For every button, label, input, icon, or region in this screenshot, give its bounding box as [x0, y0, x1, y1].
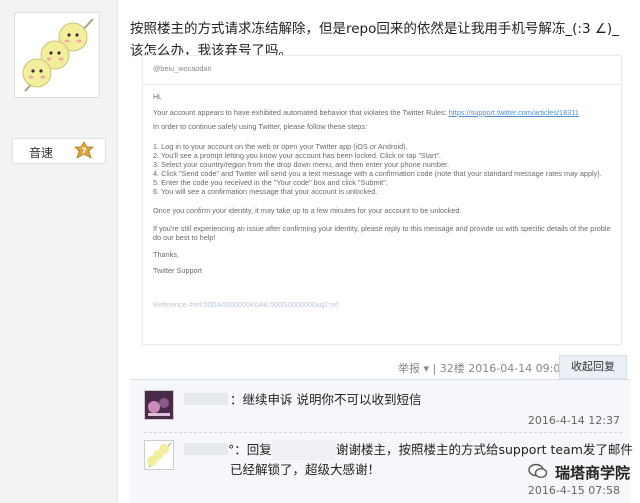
floor-number: 32楼 [439, 362, 465, 375]
user-sidebar: 音速 7 [0, 0, 118, 503]
user-rank[interactable]: 音速 7 [12, 138, 106, 164]
meta-separator: | [432, 362, 437, 375]
email-greeting: Hi, [153, 92, 162, 101]
rank-badge-icon: 7 [73, 141, 95, 164]
email-screenshot: @beiu_wocaodan Hi, Your account appears … [142, 55, 622, 345]
reply-text: °：回复mention__谢谢楼主，按照楼主的方式给support team发了… [228, 440, 633, 460]
email-reference: Reference #ref:00DA0000000K0A8.500G00000… [153, 300, 339, 309]
reply-avatar[interactable] [144, 390, 174, 420]
list-item: ：继续申诉 说明你不可以收到短信 2016-4-14 12:37 [144, 390, 624, 434]
reply-list: ：继续申诉 说明你不可以收到短信 2016-4-14 12:37 °：回复men… [130, 379, 633, 503]
masked-username[interactable] [184, 443, 228, 455]
reply-time: 2016-4-14 12:37 [527, 414, 620, 427]
avatar-image [15, 13, 99, 97]
email-body-4b: do our best to help! [153, 233, 216, 242]
reply-prefix: °：回复 [228, 442, 272, 457]
watermark: 瑞塔商学院 [528, 462, 630, 484]
email-signature: Twitter Support [153, 266, 203, 275]
post-meta-text: 举报 ▾ | 32楼 2016-04-14 09:07 [398, 360, 567, 376]
reply-text-line2: 已经解锁了，超级大感谢！ [230, 462, 381, 477]
collapse-replies-button[interactable]: 收起回复 [559, 355, 627, 379]
masked-username[interactable] [184, 393, 228, 405]
email-divider [143, 84, 621, 85]
email-line: Your account appears to have exhibited a… [153, 108, 579, 118]
reply-avatar[interactable] [144, 440, 174, 470]
post-meta: 举报 ▾ | 32楼 2016-04-14 09:07 收起回复 [118, 355, 640, 379]
email-body-2: In order to continue safely using Twitte… [153, 122, 368, 131]
masked-mention[interactable]: mention__ [271, 440, 336, 460]
email-thanks: Thanks, [153, 250, 179, 259]
email-step: 6. You will see a confirmation message t… [153, 187, 378, 196]
user-avatar[interactable] [14, 12, 100, 98]
email-handle: @beiu_wocaodan [153, 64, 212, 73]
report-link[interactable]: 举报 [398, 362, 420, 375]
email-body-1: Your account appears to have exhibited a… [153, 108, 447, 117]
reply-divider [144, 432, 622, 433]
post-date: 2016-04-14 09:07 [468, 362, 568, 375]
reply-time: 2016-4-15 07:58 [527, 484, 620, 497]
rank-label: 音速 [29, 146, 54, 160]
email-body-3: Once you confirm your identity, it may t… [153, 206, 462, 215]
twitter-rules-link[interactable]: https://support.twitter.com/articles/183… [449, 108, 579, 117]
post-body: 按照楼主的方式请求冻结解除，但是repo回来的依然是让我用手机号解冻_(:3 ∠… [118, 0, 640, 503]
wechat-icon [528, 463, 548, 483]
reply-text: ：继续申诉 说明你不可以收到短信 [230, 392, 422, 407]
reply-text-line1: 谢谢楼主，按照楼主的方式给support team发了邮件 [336, 442, 633, 457]
rank-level: 7 [81, 147, 87, 156]
watermark-text: 瑞塔商学院 [554, 463, 630, 482]
chevron-down-icon[interactable]: ▾ [424, 362, 430, 375]
email-body-4: If you're still experiencing an issue af… [153, 224, 611, 233]
